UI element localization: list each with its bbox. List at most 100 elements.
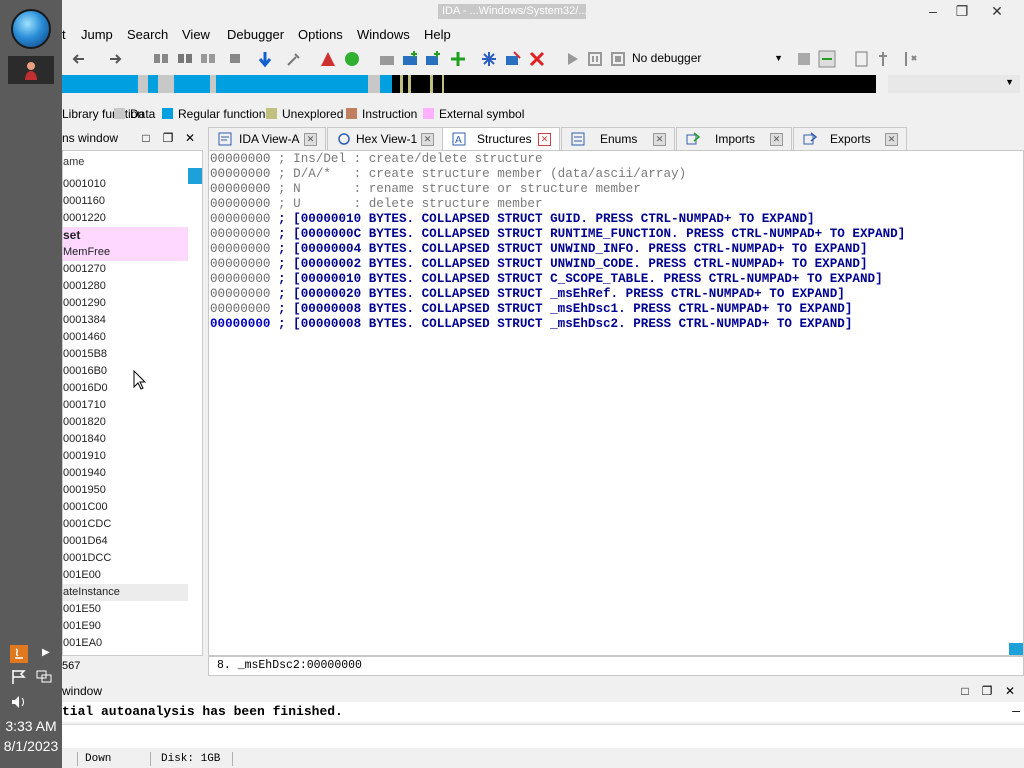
function-row[interactable]: 0001D64 <box>63 533 188 550</box>
function-row[interactable]: 0001220 <box>63 210 188 227</box>
menu-windows[interactable]: Windows <box>357 27 410 42</box>
minimize-button[interactable]: – <box>918 1 948 21</box>
tab-ida-view-a[interactable]: IDA View-A ✕ <box>208 127 326 150</box>
view-scroll-marker[interactable] <box>1009 643 1023 655</box>
function-row[interactable]: 0001CDC <box>63 516 188 533</box>
struct-comment-line[interactable]: 00000000 ; Ins/Del : create/delete struc… <box>210 152 543 167</box>
function-row[interactable]: ateInstance <box>63 584 188 601</box>
tools-icon[interactable] <box>285 50 303 68</box>
forward-arrow-icon[interactable] <box>106 50 124 68</box>
green-circle-icon[interactable] <box>343 50 361 68</box>
menu-jump[interactable]: Jump <box>81 27 113 42</box>
function-row[interactable]: 0001460 <box>63 329 188 346</box>
function-row[interactable]: 00016B0 <box>63 363 188 380</box>
menu-options[interactable]: Options <box>298 27 343 42</box>
add-breakpoint-icon[interactable] <box>877 50 895 68</box>
function-row[interactable]: 001E50 <box>63 601 188 618</box>
function-row[interactable]: 0001160 <box>63 193 188 210</box>
breakpoint-list-icon[interactable] <box>853 50 871 68</box>
function-row[interactable]: MemFree <box>63 244 188 261</box>
tab-hex-view-1[interactable]: Hex View-1 ✕ <box>327 127 443 150</box>
restore-icon[interactable]: □ <box>138 128 154 148</box>
taskbar-app-ida[interactable] <box>8 56 54 84</box>
debugger-select[interactable]: No debugger ▼ <box>630 49 786 68</box>
edit-struct-icon[interactable] <box>504 50 522 68</box>
function-row[interactable]: 0001940 <box>63 465 188 482</box>
network-tray-icon[interactable] <box>35 669 53 685</box>
search-binary-icon[interactable] <box>152 50 170 68</box>
tab-enums[interactable]: Enums ✕ <box>561 127 675 150</box>
function-row[interactable]: 0001950 <box>63 482 188 499</box>
close-icon[interactable]: ✕ <box>421 133 434 146</box>
graph-view-icon[interactable] <box>319 50 337 68</box>
restore-icon[interactable]: □ <box>957 682 973 700</box>
search-text-icon[interactable] <box>176 50 194 68</box>
tray-expand-icon[interactable]: ▶ <box>42 647 50 658</box>
function-row[interactable]: 0001820 <box>63 414 188 431</box>
java-tray-icon[interactable] <box>10 645 28 663</box>
close-icon[interactable]: ✕ <box>653 133 666 146</box>
menu-edit[interactable]: t <box>62 27 66 42</box>
delete-icon[interactable] <box>528 50 546 68</box>
collapsed-struct-line[interactable]: 00000000 ; [00000008 BYTES. COLLAPSED ST… <box>210 317 852 332</box>
menu-debugger[interactable]: Debugger <box>227 27 284 42</box>
make-code-icon[interactable] <box>378 50 396 68</box>
close-icon[interactable]: ✕ <box>1002 682 1018 700</box>
nav-dropdown[interactable]: ▼ <box>888 75 1020 93</box>
volume-tray-icon[interactable] <box>10 694 28 710</box>
close-button[interactable]: ✕ <box>982 1 1012 21</box>
jump-down-icon[interactable] <box>256 50 274 68</box>
column-header-function-name[interactable]: ame <box>63 156 84 168</box>
collapsed-struct-line[interactable]: 00000000 ; [00000008 BYTES. COLLAPSED ST… <box>210 302 852 317</box>
function-row[interactable]: 0001C00 <box>63 499 188 516</box>
maximize-button[interactable]: ❐ <box>947 1 977 21</box>
function-row[interactable]: 0001010 <box>63 176 188 193</box>
tab-structures[interactable]: A Structures ✕ <box>442 127 560 151</box>
add-struct-icon[interactable] <box>480 50 498 68</box>
function-row[interactable]: 0001280 <box>63 278 188 295</box>
function-row[interactable]: 0001DCC <box>63 550 188 567</box>
function-row[interactable]: 0001384 <box>63 312 188 329</box>
remove-breakpoint-icon[interactable] <box>900 50 918 68</box>
function-row[interactable]: 001EA0 <box>63 635 188 652</box>
close-icon[interactable]: ✕ <box>770 133 783 146</box>
function-row[interactable]: 0001270 <box>63 261 188 278</box>
play-icon[interactable] <box>563 50 581 68</box>
function-row[interactable]: set <box>63 227 188 244</box>
navigation-band[interactable] <box>62 75 876 93</box>
make-data-icon[interactable] <box>401 50 419 68</box>
close-icon[interactable]: ✕ <box>182 128 198 148</box>
stop-icon[interactable] <box>609 50 627 68</box>
collapsed-struct-line[interactable]: 00000000 ; [00000010 BYTES. COLLAPSED ST… <box>210 212 815 227</box>
close-icon[interactable]: ✕ <box>304 133 317 146</box>
collapsed-struct-line[interactable]: 00000000 ; [00000004 BYTES. COLLAPSED ST… <box>210 242 868 257</box>
function-row[interactable]: 00016D0 <box>63 380 188 397</box>
close-icon[interactable]: ✕ <box>538 133 551 146</box>
struct-comment-line[interactable]: 00000000 ; U : delete structure member <box>210 197 543 212</box>
collapsed-struct-line[interactable]: 00000000 ; [0000000C BYTES. COLLAPSED ST… <box>210 227 905 242</box>
debugger-options-icon[interactable] <box>795 50 813 68</box>
tab-exports[interactable]: Exports ✕ <box>793 127 907 150</box>
attach-process-icon[interactable] <box>818 50 836 68</box>
collapsed-struct-line[interactable]: 00000000 ; [00000010 BYTES. COLLAPSED ST… <box>210 272 883 287</box>
start-button[interactable] <box>11 9 51 49</box>
flag-tray-icon[interactable] <box>10 669 28 685</box>
pause-icon[interactable] <box>586 50 604 68</box>
function-row[interactable]: 001E00 <box>63 567 188 584</box>
struct-comment-line[interactable]: 00000000 ; D/A/* : create structure memb… <box>210 167 686 182</box>
function-row[interactable]: 001E90 <box>63 618 188 635</box>
function-row[interactable]: 0001710 <box>63 397 188 414</box>
menu-help[interactable]: Help <box>424 27 451 42</box>
collapsed-struct-line[interactable]: 00000000 ; [00000002 BYTES. COLLAPSED ST… <box>210 257 868 272</box>
functions-list[interactable]: ame 0001010 0001160 0001220 set MemFree 00012… <box>62 150 203 656</box>
make-string-icon[interactable] <box>424 50 442 68</box>
taskbar-clock[interactable]: 3:33 AM 8/1/2023 <box>0 716 62 756</box>
struct-comment-line[interactable]: 00000000 ; N : rename structure or struc… <box>210 182 641 197</box>
float-icon[interactable]: ❐ <box>160 128 176 148</box>
list-scroll-marker[interactable] <box>188 168 202 184</box>
close-icon[interactable]: ✕ <box>885 133 898 146</box>
function-row[interactable]: 0001290 <box>63 295 188 312</box>
function-row[interactable]: 0001840 <box>63 431 188 448</box>
collapsed-struct-line[interactable]: 00000000 ; [00000020 BYTES. COLLAPSED ST… <box>210 287 845 302</box>
command-input[interactable] <box>62 724 1024 748</box>
